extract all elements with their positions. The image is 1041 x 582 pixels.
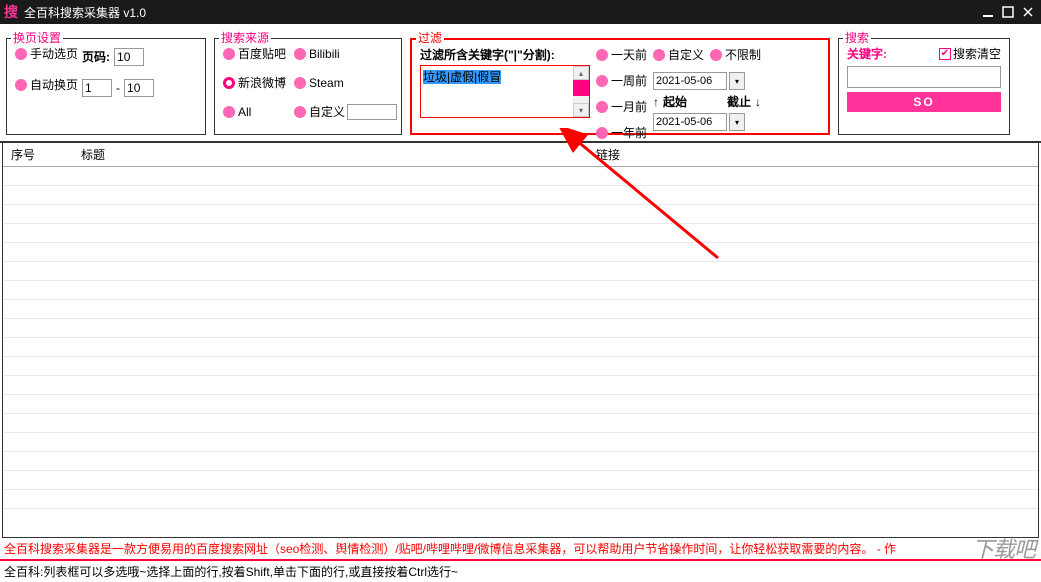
maximize-button[interactable] [999,5,1017,19]
filter-keyword-box[interactable]: 垃圾|虚假|假冒 ▴ ▾ [420,65,590,118]
scroll-down-icon[interactable]: ▾ [573,103,589,117]
table-row[interactable] [3,357,1038,376]
scroll-thumb[interactable] [573,80,589,96]
filter-scrollbar[interactable]: ▴ ▾ [573,66,589,117]
table-row[interactable] [3,300,1038,319]
group-title-source: 搜索来源 [219,29,271,46]
table-row[interactable] [3,433,1038,452]
close-button[interactable] [1019,5,1037,19]
table-row[interactable] [3,338,1038,357]
toolbar: 换页设置 手动选页 页码: 自动换页 - 搜索来源 百度贴吧 Bilibili … [0,24,1041,143]
opt-label: 一天前 [611,46,647,63]
opt-label: 一年前 [611,124,647,141]
group-page-settings: 换页设置 手动选页 页码: 自动换页 - [6,38,206,135]
search-button[interactable]: SO [847,92,1001,112]
opt-label: 一月前 [611,98,647,115]
col-index[interactable]: 序号 [3,146,73,163]
footer: 全百科搜索采集器是一款方便易用的百度搜索网址（seo检测、舆情检测）/贴吧/哔哩… [0,538,1041,582]
scroll-track [573,96,589,103]
end-label: 截止 [727,93,751,110]
radio-weibo[interactable]: 新浪微博 [223,74,286,91]
src-label: Steam [309,76,344,90]
date-end-input[interactable] [653,113,727,131]
opt-label: 不限制 [725,46,761,63]
radio-one-week[interactable]: 一周前 [596,72,647,89]
src-label: 新浪微博 [238,74,286,91]
table-row[interactable] [3,490,1038,509]
app-logo: 搜 [4,2,18,22]
table-row[interactable] [3,224,1038,243]
radio-baidu-tieba[interactable]: 百度贴吧 [223,45,286,62]
group-title-page: 换页设置 [11,29,63,46]
opt-label: 自定义 [668,46,704,63]
src-label: Bilibili [309,47,340,61]
table-row[interactable] [3,319,1038,338]
custom-source-input[interactable] [347,104,397,120]
table-row[interactable] [3,167,1038,186]
radio-manual-label: 手动选页 [30,45,78,62]
page-dash: - [116,81,120,95]
scroll-up-icon[interactable]: ▴ [573,66,589,80]
page-number-input[interactable] [114,48,144,66]
table-row[interactable] [3,186,1038,205]
radio-custom[interactable]: 自定义 [294,103,397,120]
opt-label: 一周前 [611,72,647,89]
src-label: 百度贴吧 [238,45,286,62]
keyword-input[interactable] [847,66,1001,88]
radio-steam[interactable]: Steam [294,76,397,90]
table-row[interactable] [3,281,1038,300]
page-from-input[interactable] [82,79,112,97]
table-row[interactable] [3,376,1038,395]
group-title-search: 搜索 [843,29,871,46]
group-filter: 过滤 过滤所含关键字("|"分割): 垃圾|虚假|假冒 ▴ ▾ 一天前 一周前 … [410,38,830,135]
radio-bilibili[interactable]: Bilibili [294,47,397,61]
start-label: 起始 [663,93,687,110]
col-title[interactable]: 标题 [73,146,588,163]
arrow-up-start-icon: ↑ [653,95,659,109]
table-row[interactable] [3,205,1038,224]
group-title-filter: 过滤 [416,29,444,46]
table-row[interactable] [3,262,1038,281]
clear-search-checkbox[interactable]: ✔ 搜索清空 [939,45,1001,62]
radio-custom-date[interactable]: 自定义 [653,46,704,63]
table-row[interactable] [3,414,1038,433]
table-row[interactable] [3,395,1038,414]
radio-auto-page[interactable]: 自动换页 [15,76,78,93]
radio-one-day[interactable]: 一天前 [596,46,647,63]
table-row[interactable] [3,471,1038,490]
group-search-source: 搜索来源 百度贴吧 Bilibili 新浪微博 Steam All 自定义 [214,38,402,135]
watermark: 下载吧 [972,532,1035,564]
table-header: 序号 标题 链接 [3,143,1038,167]
window-title: 全百科搜索采集器 v1.0 [24,4,977,21]
radio-one-year[interactable]: 一年前 [596,124,647,141]
radio-all[interactable]: All [223,105,286,119]
footer-description: 全百科搜索采集器是一款方便易用的百度搜索网址（seo检测、舆情检测）/贴吧/哔哩… [0,538,1041,559]
src-label: 自定义 [309,103,345,120]
table-row[interactable] [3,243,1038,262]
page-to-input[interactable] [124,79,154,97]
radio-one-month[interactable]: 一月前 [596,98,647,115]
radio-unlimited[interactable]: 不限制 [710,46,761,63]
minimize-button[interactable] [979,5,997,19]
radio-manual-page[interactable]: 手动选页 [15,45,78,62]
radio-auto-label: 自动换页 [30,76,78,93]
group-search: 搜索 关键字: ✔ 搜索清空 SO [838,38,1010,135]
clear-search-label: 搜索清空 [953,45,1001,62]
col-link[interactable]: 链接 [588,146,1038,163]
date-start-dropdown[interactable]: ▾ [729,72,745,90]
checkbox-icon: ✔ [939,48,951,60]
date-start-input[interactable] [653,72,727,90]
table-row[interactable] [3,452,1038,471]
arrow-down-end-icon: ↓ [755,95,761,109]
filter-keyword-label: 过滤所含关键字("|"分割): [420,46,590,63]
date-end-dropdown[interactable]: ▾ [729,113,745,131]
titlebar: 搜 全百科搜索采集器 v1.0 [0,0,1041,24]
filter-keyword-text: 垃圾|虚假|假冒 [423,70,501,84]
keyword-label: 关键字: [847,45,887,62]
page-number-label: 页码: [82,48,110,65]
footer-tip: 全百科:列表框可以多选哦~选择上面的行,按着Shift,单击下面的行,或直接按着… [0,559,1041,582]
results-table[interactable]: 序号 标题 链接 [2,142,1039,538]
src-label: All [238,105,251,119]
